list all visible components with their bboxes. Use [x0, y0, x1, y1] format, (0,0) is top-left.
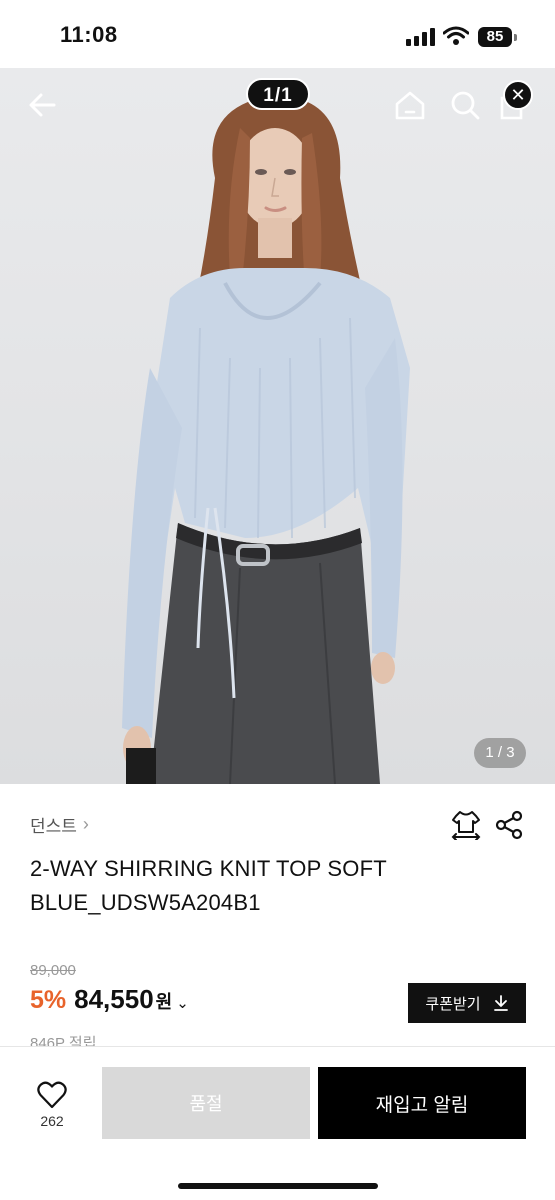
coupon-label: 쿠폰받기 — [425, 995, 481, 1013]
brand-link[interactable]: 던스트 › — [30, 812, 89, 837]
product-image-gallery[interactable]: 1/1 ✕ 1 / 3 — [0, 68, 555, 784]
battery-indicator: 85 — [478, 27, 512, 47]
points-earned: 846P 적립 — [30, 1035, 97, 1046]
status-bar: 11:08 85 — [0, 0, 555, 68]
currency-unit: 원 — [155, 992, 173, 1012]
signal-icon — [406, 28, 436, 46]
product-photo — [122, 95, 410, 784]
heart-icon — [37, 1081, 67, 1109]
product-title: 2-WAY SHIRRING KNIT TOP SOFT BLUE_UDSW5A… — [30, 856, 387, 915]
search-icon[interactable] — [448, 88, 482, 122]
size-guide-icon[interactable] — [450, 808, 482, 840]
chevron-right-icon: › — [82, 814, 89, 834]
discount-rate: 5% — [30, 986, 67, 1014]
download-icon — [493, 995, 508, 1011]
restock-alert-button[interactable]: 재입고 알림 — [318, 1067, 526, 1139]
home-indicator[interactable] — [178, 1183, 378, 1189]
coupon-download-button[interactable]: 쿠폰받기 — [408, 983, 526, 1023]
wifi-icon — [443, 26, 469, 45]
soldout-button[interactable]: 품절 — [102, 1067, 310, 1139]
home-icon[interactable] — [393, 88, 427, 122]
screenshot-pager: 1/1 — [246, 78, 310, 110]
bottom-action-bar: 262 품절 재입고 알림 — [0, 1046, 555, 1200]
original-price: 89,000 — [30, 962, 76, 979]
status-time: 11:08 — [60, 22, 118, 47]
share-icon[interactable] — [494, 810, 524, 840]
price-row[interactable]: 5% 84,550 원 ⌄ — [30, 984, 189, 1015]
like-count: 262 — [40, 1113, 64, 1129]
back-arrow-icon[interactable] — [26, 88, 60, 122]
like-button[interactable]: 262 — [30, 1079, 74, 1139]
chevron-down-icon[interactable]: ⌄ — [176, 994, 189, 1012]
battery-tip — [514, 34, 517, 41]
sale-price: 84,550 — [74, 984, 154, 1014]
close-icon[interactable]: ✕ — [503, 80, 533, 110]
image-counter: 1 / 3 — [474, 738, 526, 768]
brand-name: 던스트 — [30, 817, 77, 836]
